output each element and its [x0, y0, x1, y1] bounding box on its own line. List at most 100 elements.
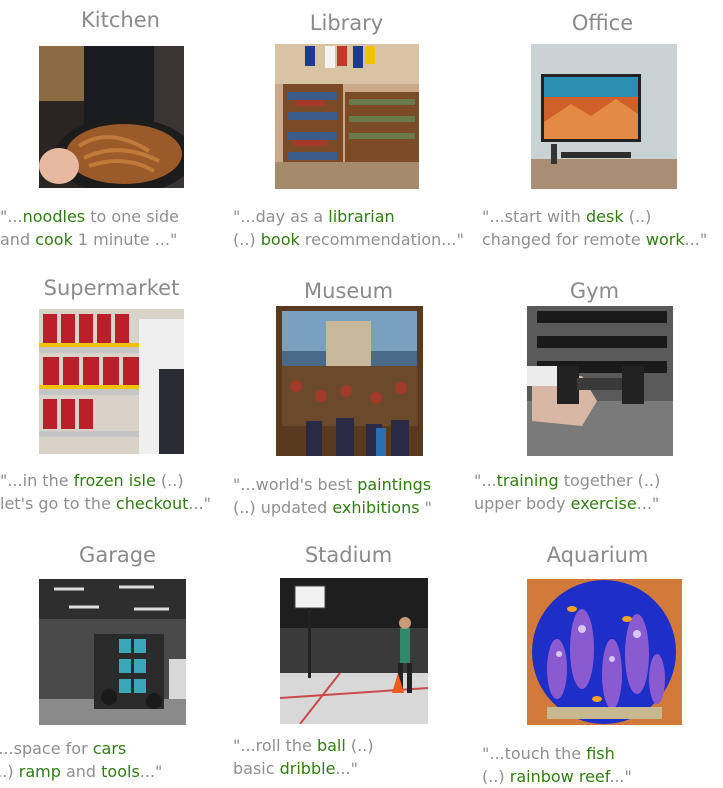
caption-text: "...day as a [233, 207, 329, 226]
caption-keyword: dribble [279, 759, 336, 778]
panel-supermarket: Supermarket [0, 276, 232, 300]
museum-photo [276, 306, 423, 456]
caption-keyword: training [496, 471, 559, 490]
caption-text: (..) [233, 230, 261, 249]
panel-title: Library [309, 11, 384, 35]
supermarket-photo [39, 309, 184, 454]
caption-line-1: "...noodles to one side [0, 205, 241, 228]
caption-keyword: rainbow reef [509, 767, 610, 786]
caption-museum: "...world's best paintings (..) updated … [233, 473, 474, 519]
caption-keyword: work [645, 230, 685, 249]
caption-line-1: "...start with desk (..) [482, 205, 723, 228]
caption-text: "...space for [0, 739, 93, 758]
caption-text: " [419, 498, 433, 517]
panel-gym: Gym [474, 279, 715, 303]
caption-text: (..) [482, 767, 510, 786]
panel-kitchen: Kitchen [0, 8, 241, 32]
caption-kitchen: "...noodles to one side and cook 1 minut… [0, 205, 241, 251]
aquarium-photo [527, 579, 682, 725]
caption-text: (..) [155, 471, 184, 490]
caption-line-2: changed for remote work..." [482, 228, 723, 251]
caption-line-2: upper body exercise..." [474, 492, 715, 515]
caption-text: (..) [623, 207, 652, 226]
panel-title: Supermarket [43, 276, 180, 300]
panel-title: Kitchen [81, 8, 160, 32]
panel-office: Office [482, 11, 723, 35]
panel-title: Stadium [304, 543, 393, 567]
caption-text: (..) [345, 736, 374, 755]
panel-stadium: Stadium [228, 543, 469, 567]
caption-keyword: exercise [570, 494, 637, 513]
caption-supermarket: "...in the frozen isle (..) let's go to … [0, 469, 241, 515]
caption-keyword: frozen isle [73, 471, 156, 490]
caption-line-1: "...roll the ball (..) [233, 734, 474, 757]
caption-stadium: "...roll the ball (..) basic dribble..." [233, 734, 474, 780]
caption-text: 1 minute ..." [72, 230, 178, 249]
caption-line-1: "...touch the fish [482, 742, 723, 765]
caption-text: "... [0, 207, 23, 226]
caption-text: recommendation..." [299, 230, 464, 249]
caption-text: ..." [139, 762, 163, 781]
panel-title: Office [571, 11, 634, 35]
caption-keyword: book [260, 230, 300, 249]
caption-keyword: paintings [357, 475, 432, 494]
caption-keyword: ball [316, 736, 346, 755]
garage-photo [39, 579, 186, 725]
caption-line-2: basic dribble..." [233, 757, 474, 780]
caption-text: changed for remote [482, 230, 646, 249]
caption-line-1: "...training together (..) [474, 469, 715, 492]
caption-line-1: "...space for cars [0, 737, 232, 760]
panel-title: Gym [569, 279, 620, 303]
gym-photo [527, 306, 673, 456]
caption-keyword: checkout [115, 494, 189, 513]
caption-gym: "...training together (..) upper body ex… [474, 469, 715, 515]
caption-text: upper body [474, 494, 571, 513]
caption-text: "...world's best [233, 475, 358, 494]
caption-library: "...day as a librarian (..) book recomme… [233, 205, 474, 251]
caption-text: (..) updated [233, 498, 333, 517]
caption-keyword: librarian [328, 207, 395, 226]
caption-text: "... [474, 471, 497, 490]
caption-text: "...start with [482, 207, 586, 226]
caption-line-1: "...in the frozen isle (..) [0, 469, 241, 492]
caption-line-1: "...world's best paintings [233, 473, 474, 496]
caption-text: "...roll the [233, 736, 317, 755]
kitchen-photo [39, 46, 184, 188]
caption-text: ..." [335, 759, 359, 778]
panel-title: Aquarium [546, 543, 649, 567]
panel-aquarium: Aquarium [477, 543, 718, 567]
caption-keyword: cars [92, 739, 127, 758]
panel-garage: Garage [0, 543, 238, 567]
caption-text: "...in the [0, 471, 74, 490]
caption-text: ..." [636, 494, 660, 513]
caption-keyword: exhibitions [332, 498, 420, 517]
caption-keyword: ramp [18, 762, 61, 781]
caption-text: and [60, 762, 102, 781]
caption-line-2: and cook 1 minute ..." [0, 228, 241, 251]
caption-office: "...start with desk (..) changed for rem… [482, 205, 723, 251]
panel-museum: Museum [228, 279, 469, 303]
caption-line-2: (..) updated exhibitions " [233, 496, 474, 519]
caption-text: basic [233, 759, 280, 778]
caption-text: (..) [0, 762, 14, 781]
caption-text: ..." [188, 494, 212, 513]
panel-library: Library [226, 11, 467, 35]
panel-title: Garage [79, 543, 156, 567]
caption-text: and [0, 230, 36, 249]
caption-aquarium: "...touch the fish (..) rainbow reef..." [482, 742, 723, 788]
caption-keyword: fish [586, 744, 615, 763]
caption-keyword: cook [35, 230, 73, 249]
caption-text: to one side [85, 207, 179, 226]
caption-line-2: (..) book recommendation..." [233, 228, 474, 251]
office-photo [531, 44, 677, 189]
caption-line-2: let's go to the checkout..." [0, 492, 241, 515]
caption-keyword: desk [586, 207, 624, 226]
caption-line-1: "...day as a librarian [233, 205, 474, 228]
caption-line-2: (..) ramp and tools..." [0, 760, 232, 783]
caption-text: let's go to the [0, 494, 116, 513]
stadium-photo [280, 578, 428, 724]
caption-garage: "...space for cars (..) ramp and tools..… [0, 737, 232, 783]
library-photo [275, 44, 419, 189]
caption-text: ..." [684, 230, 708, 249]
caption-text: ..." [609, 767, 632, 786]
